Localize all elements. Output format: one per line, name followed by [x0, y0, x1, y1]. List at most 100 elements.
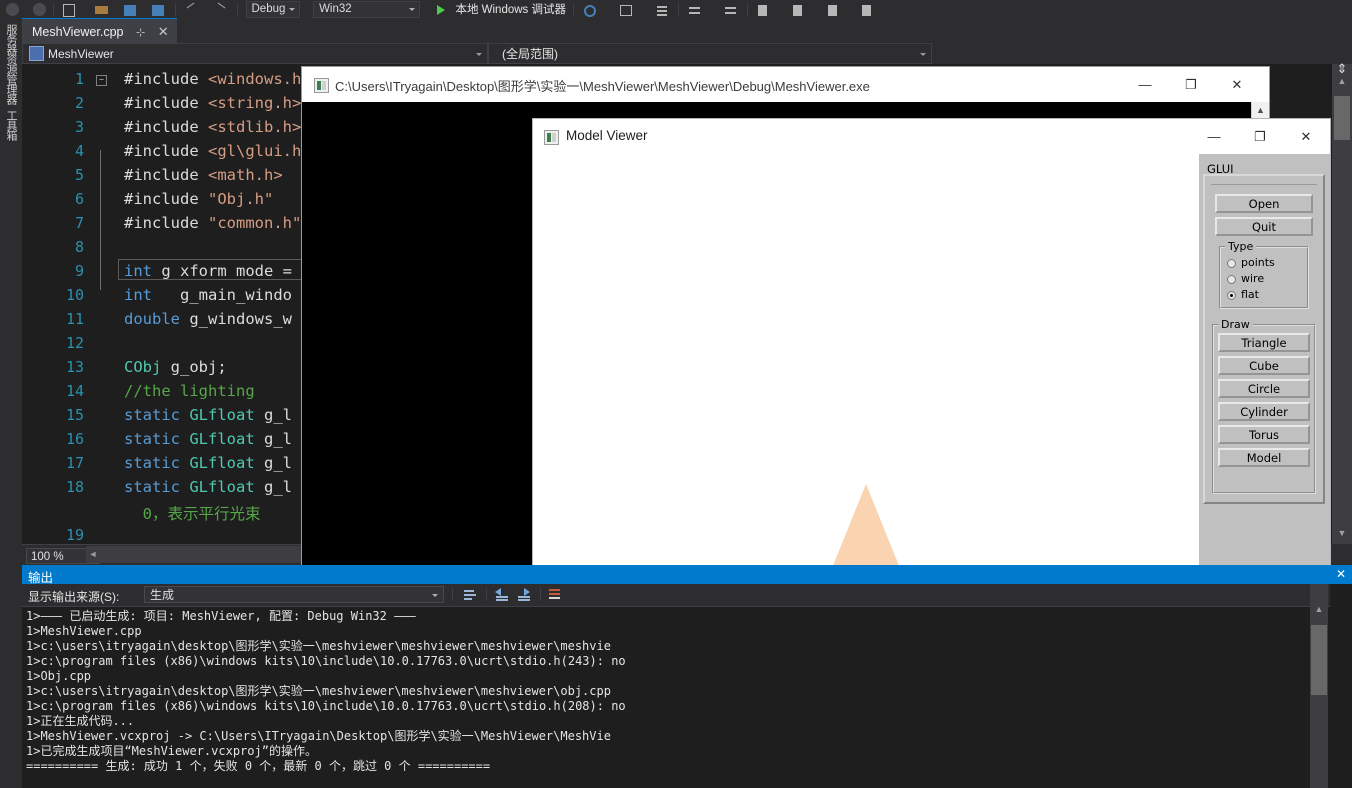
code-line[interactable]: #include <math.h> [124, 166, 283, 184]
fold-toggle-icon[interactable]: − [96, 75, 107, 86]
output-scroll-thumb[interactable] [1311, 625, 1327, 695]
glui-quit-button[interactable]: Quit [1215, 217, 1313, 236]
comment-icon[interactable] [618, 3, 634, 17]
go-previous-icon[interactable] [494, 587, 510, 602]
fold-guide-line [100, 150, 101, 290]
indent-icon[interactable] [687, 3, 703, 17]
start-debug-icon[interactable] [436, 4, 445, 15]
line-number: 10 [65, 286, 84, 304]
navigate-back-icon[interactable] [183, 2, 199, 17]
console-titlebar[interactable]: C:\Users\ITryagain\Desktop\图形学\实验一\MeshV… [302, 67, 1269, 102]
code-line[interactable]: #include <gl\glui.h> [124, 142, 311, 160]
code-line[interactable]: #include <windows.h> [124, 70, 311, 88]
code-line[interactable]: #include "common.h" [124, 214, 301, 232]
glui-radio-points[interactable]: points [1227, 256, 1307, 270]
run-target-label[interactable]: 本地 Windows 调试器 [455, 1, 566, 18]
output-source-combo[interactable]: 生成 [144, 586, 444, 603]
console-close-button[interactable]: ✕ [1214, 67, 1260, 102]
code-line[interactable]: static GLfloat g_l [124, 430, 292, 448]
clear-output-icon[interactable] [462, 587, 478, 602]
pin-icon[interactable]: ⊹ [136, 27, 145, 39]
glui-open-button[interactable]: Open [1215, 194, 1313, 213]
code-line[interactable]: CObj g_obj; [124, 358, 227, 376]
code-line[interactable]: double g_windows_w [124, 310, 292, 328]
dock-tab-toolbox[interactable]: 工具箱 [4, 110, 18, 140]
navigate-forward-icon[interactable] [214, 2, 230, 17]
glui-radio-flat[interactable]: flat [1227, 288, 1307, 302]
mv-maximize-button[interactable]: ❐ [1237, 119, 1283, 154]
line-number: 4 [74, 142, 84, 160]
output-pane-header[interactable]: 输出 [22, 565, 1330, 585]
output-line: 1>c:\users\itryagain\desktop\图形学\实验一\mes… [26, 684, 611, 698]
go-next-icon[interactable] [516, 587, 532, 602]
output-text-area[interactable]: 1>——— 已启动生成: 项目: MeshViewer, 配置: Debug W… [26, 609, 1326, 784]
code-line[interactable]: #include <string.h> [124, 94, 301, 112]
glui-draw-group-label: Draw [1218, 318, 1253, 331]
visual-studio-toolbar: Debug Win32 本地 Windows 调试器 [0, 0, 1352, 19]
output-source-value: 生成 [150, 588, 175, 602]
glui-radio-wire[interactable]: wire [1227, 272, 1307, 286]
configuration-combo[interactable]: Debug [245, 1, 301, 18]
glui-torus-button[interactable]: Torus [1218, 425, 1310, 444]
new-file-icon[interactable] [61, 3, 77, 17]
console-maximize-button[interactable]: ❐ [1168, 67, 1214, 102]
line-number: 16 [65, 430, 84, 448]
code-line[interactable]: #include <stdlib.h> [124, 118, 301, 136]
member-scope-combo[interactable]: (全局范围) [488, 43, 932, 64]
code-line[interactable]: static GLfloat g_l [124, 454, 292, 472]
mv-close-button[interactable]: ✕ [1283, 119, 1329, 154]
code-line[interactable]: 0，表示平行光束 [124, 502, 261, 524]
radio-indicator [1227, 259, 1236, 268]
platform-combo[interactable]: Win32 [313, 1, 421, 18]
scroll-down-icon[interactable]: ▼ [1334, 528, 1350, 542]
undo-icon[interactable] [6, 3, 19, 17]
editor-navigation-bar: MeshViewer (全局范围) [22, 43, 1352, 65]
tab-meshviewer-cpp[interactable]: MeshViewer.cpp ⊹ ✕ [22, 18, 177, 44]
code-line[interactable]: //the lighting [124, 382, 255, 400]
mv-minimize-button[interactable]: — [1191, 119, 1237, 154]
save-icon[interactable] [123, 3, 139, 17]
glui-model-button[interactable]: Model [1218, 448, 1310, 467]
glui-controls-container: Open Quit Type points wire flat Draw Tri… [1203, 174, 1325, 504]
glui-circle-button[interactable]: Circle [1218, 379, 1310, 398]
bookmark-icon[interactable] [755, 3, 771, 17]
glui-cylinder-button[interactable]: Cylinder [1218, 402, 1310, 421]
code-line[interactable]: static GLfloat g_l [124, 478, 292, 496]
console-scroll-up-icon[interactable]: ▲ [1252, 102, 1269, 119]
open-folder-icon[interactable] [94, 3, 110, 17]
line-number: 12 [65, 334, 84, 352]
project-scope-combo[interactable]: MeshViewer [22, 43, 488, 64]
editor-scroll-thumb[interactable] [1334, 96, 1350, 140]
glui-type-group-label: Type [1225, 240, 1257, 253]
zoom-level-label: 100 % [31, 551, 64, 563]
glui-triangle-button[interactable]: Triangle [1218, 333, 1310, 352]
bookmark-next-icon[interactable] [825, 3, 841, 17]
glui-radio-points-label: points [1241, 256, 1275, 269]
scroll-up-icon[interactable]: ▲ [1334, 76, 1350, 90]
document-tabstrip: MeshViewer.cpp ⊹ ✕ [22, 18, 1352, 44]
model-viewer-titlebar[interactable]: Model Viewer — ❐ ✕ [533, 119, 1330, 154]
code-line[interactable]: #include "Obj.h" [124, 190, 273, 208]
toggle-wordwrap-icon[interactable] [548, 587, 564, 602]
console-app-icon [314, 78, 329, 93]
scroll-left-icon[interactable]: ◄ [86, 546, 100, 563]
find-icon[interactable] [582, 3, 598, 17]
line-number: 19 [65, 526, 84, 544]
line-number: 17 [65, 454, 84, 472]
output-scroll-up-icon[interactable]: ▲ [1311, 604, 1327, 618]
project-combo-label: MeshViewer [48, 47, 114, 61]
save-all-icon[interactable] [151, 3, 167, 17]
bookmark-clear-icon[interactable] [859, 3, 875, 17]
code-line[interactable]: int g_main_windo [124, 286, 292, 304]
console-minimize-button[interactable]: — [1122, 67, 1168, 102]
code-line[interactable]: static GLfloat g_l [124, 406, 292, 424]
close-icon[interactable]: ✕ [158, 24, 169, 39]
output-line: 1>MeshViewer.cpp [26, 624, 142, 638]
output-pane-close-button[interactable]: ✕ [1330, 565, 1352, 584]
uncomment-icon[interactable] [655, 3, 671, 17]
glui-cube-button[interactable]: Cube [1218, 356, 1310, 375]
bookmark-prev-icon[interactable] [790, 3, 806, 17]
redo-icon[interactable] [32, 3, 46, 17]
outdent-icon[interactable] [723, 3, 739, 17]
dock-tab-server-explorer[interactable]: 服务器资源管理器 [4, 24, 18, 104]
